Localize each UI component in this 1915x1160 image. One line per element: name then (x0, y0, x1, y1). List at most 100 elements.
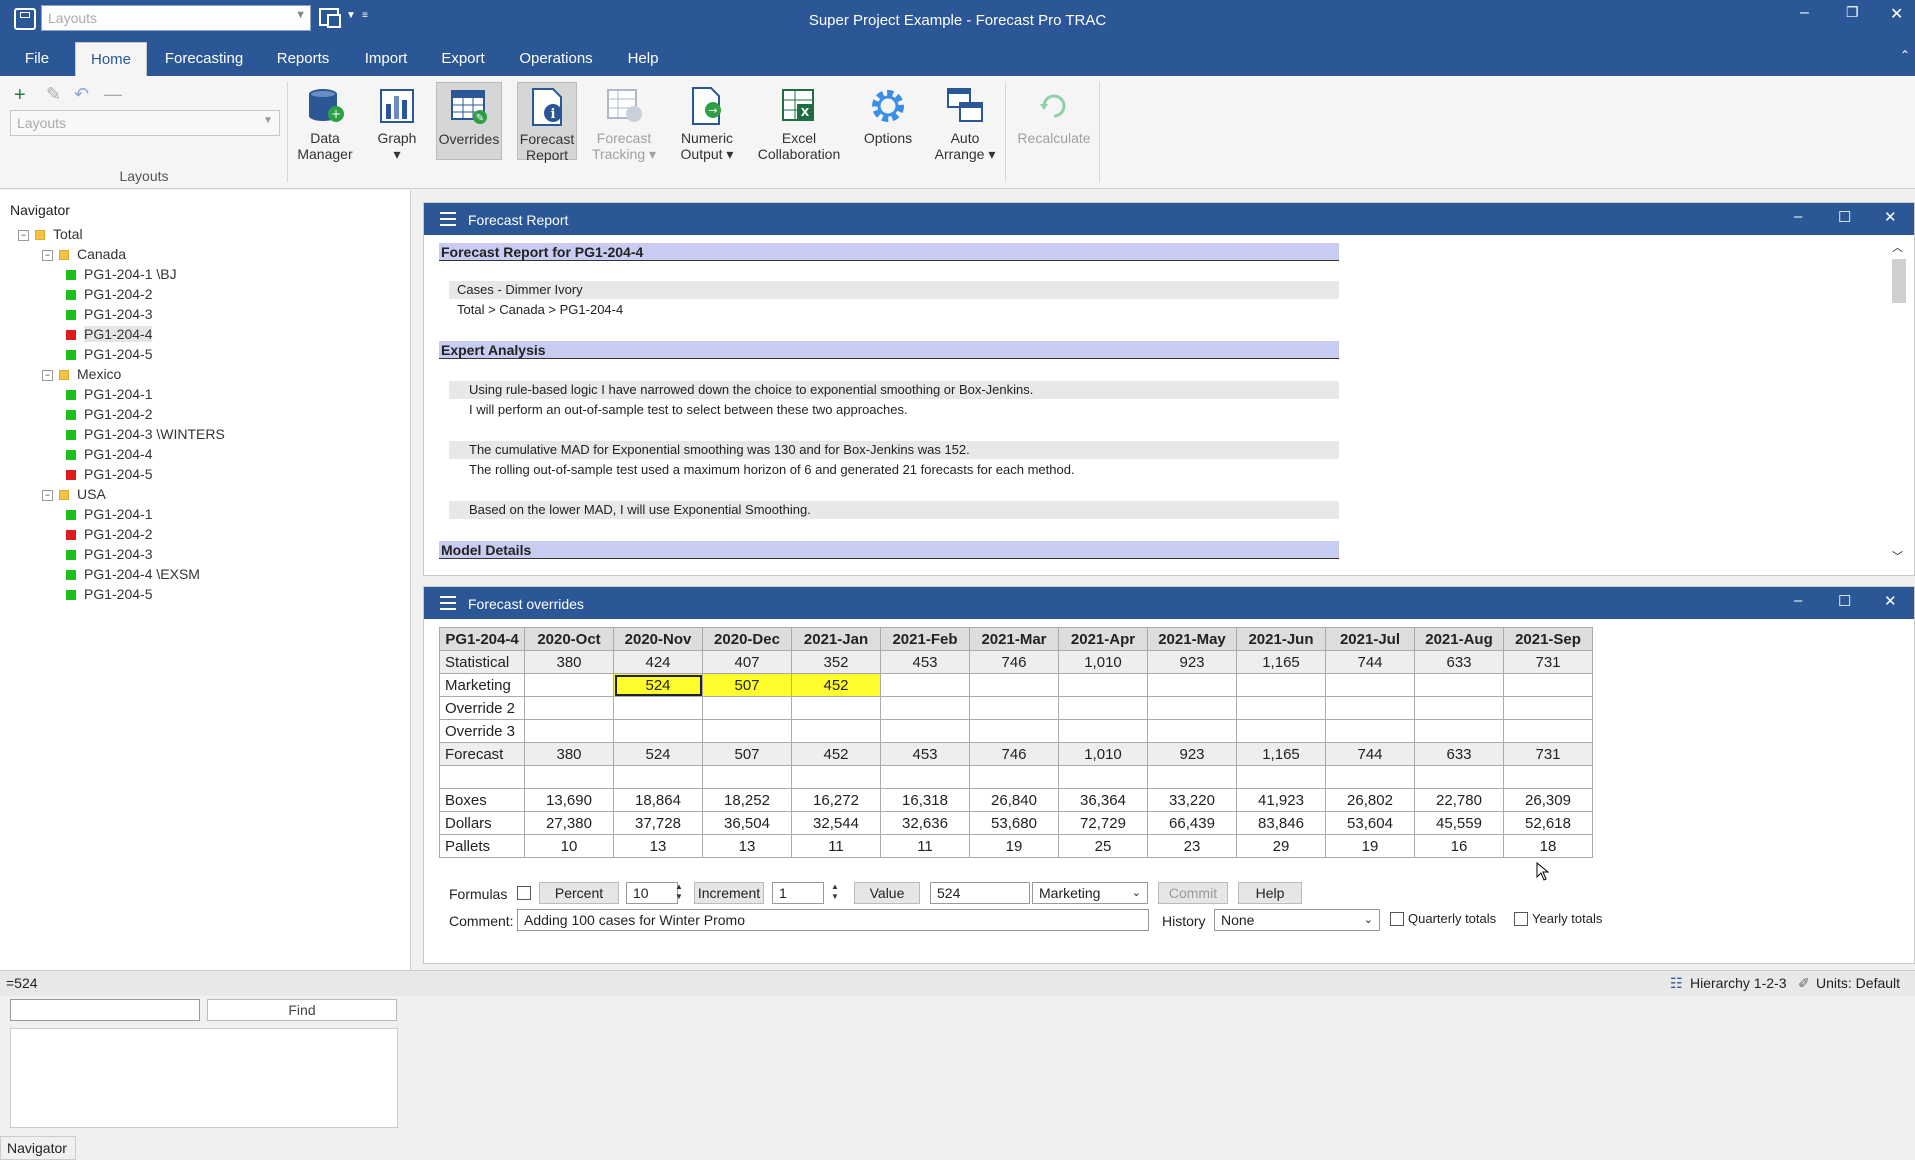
table-cell[interactable]: 72,729 (1058, 811, 1148, 835)
collapse-icon[interactable]: − (42, 489, 53, 501)
table-cell[interactable]: 16 (1414, 834, 1504, 858)
auto-arrange-button[interactable]: Auto Arrange ▾ (932, 82, 998, 162)
report-scrollbar[interactable]: ︿ ﹀ (1890, 239, 1906, 564)
data-manager-button[interactable]: + Data Manager (290, 82, 360, 162)
table-cell[interactable]: 452 (791, 742, 881, 766)
close-panel-icon[interactable]: ✕ (1884, 208, 1897, 226)
history-select[interactable]: None ⌄ (1214, 909, 1380, 931)
tree-item-node[interactable]: PG1-204-2 (66, 404, 152, 424)
tree-group-node[interactable]: − Canada (42, 244, 126, 264)
table-cell[interactable]: 53,604 (1325, 811, 1415, 835)
comment-input[interactable]: Adding 100 cases for Winter Promo (517, 909, 1149, 931)
edit-layout-icon[interactable]: ✎ (46, 84, 61, 105)
find-button[interactable]: Find (207, 999, 397, 1021)
table-cell[interactable] (1147, 719, 1237, 743)
table-cell[interactable] (524, 719, 614, 743)
options-button[interactable]: Options (856, 82, 920, 160)
minimize-panel-icon[interactable]: – (1794, 208, 1802, 225)
table-cell[interactable] (1325, 673, 1415, 697)
table-cell[interactable] (1414, 719, 1504, 743)
table-cell[interactable] (1236, 696, 1326, 720)
table-cell[interactable] (880, 696, 970, 720)
value-input[interactable]: 524 (930, 882, 1030, 904)
tab-file[interactable]: File (14, 42, 60, 76)
tree-item-node[interactable]: PG1-204-3 \WINTERS (66, 424, 225, 444)
maximize-panel-icon[interactable]: ☐ (1838, 208, 1851, 226)
table-cell[interactable]: 36,364 (1058, 788, 1148, 812)
table-cell[interactable] (1236, 765, 1326, 789)
table-cell[interactable]: 53,680 (969, 811, 1059, 835)
increment-button[interactable]: Increment (694, 882, 764, 904)
table-cell[interactable]: 19 (969, 834, 1059, 858)
table-cell[interactable]: 407 (702, 650, 792, 674)
scroll-thumb[interactable] (1892, 259, 1906, 303)
table-cell[interactable]: 1,165 (1236, 650, 1326, 674)
increment-stepper[interactable]: ▲ ▼ (828, 882, 842, 904)
table-cell[interactable]: 23 (1147, 834, 1237, 858)
units-indicator[interactable]: Units: Default (1816, 971, 1900, 995)
collapse-icon[interactable]: − (18, 229, 29, 241)
tree-item-node[interactable]: PG1-204-2 (66, 524, 152, 544)
table-cell[interactable]: 13 (702, 834, 792, 858)
minimize-panel-icon[interactable]: – (1794, 592, 1802, 609)
table-cell[interactable]: 33,220 (1147, 788, 1237, 812)
table-cell[interactable]: 633 (1414, 650, 1504, 674)
table-cell[interactable] (1325, 765, 1415, 789)
tab-export[interactable]: Export (435, 42, 491, 76)
table-cell[interactable] (1414, 673, 1504, 697)
navigator-tab[interactable]: Navigator (0, 1136, 76, 1160)
forecast-tracking-button[interactable]: Forecast Tracking ▾ (588, 82, 660, 162)
table-cell[interactable] (969, 765, 1059, 789)
table-cell[interactable]: 731 (1503, 742, 1593, 766)
table-cell[interactable]: 923 (1147, 742, 1237, 766)
increment-input[interactable]: 1 (772, 882, 824, 904)
row-select[interactable]: Marketing ⌄ (1032, 882, 1148, 904)
maximize-panel-icon[interactable]: ☐ (1838, 592, 1851, 610)
tab-help[interactable]: Help (622, 42, 664, 76)
recalculate-button[interactable]: Recalculate (1012, 82, 1096, 160)
table-cell[interactable] (1503, 696, 1593, 720)
table-cell[interactable] (1325, 719, 1415, 743)
table-cell[interactable]: 16,318 (880, 788, 970, 812)
table-cell[interactable] (791, 696, 881, 720)
table-cell[interactable]: 18,252 (702, 788, 792, 812)
table-cell[interactable]: 507 (702, 673, 792, 697)
close-window-icon[interactable]: ✕ (1890, 4, 1903, 24)
table-cell[interactable]: 36,504 (702, 811, 792, 835)
table-cell[interactable]: 32,544 (791, 811, 881, 835)
table-cell[interactable]: 923 (1147, 650, 1237, 674)
tree-item-node[interactable]: PG1-204-1 \BJ (66, 264, 177, 284)
formulas-checkbox[interactable] (517, 886, 531, 900)
table-cell[interactable]: 19 (1325, 834, 1415, 858)
table-cell[interactable]: 26,840 (969, 788, 1059, 812)
restore-window-icon[interactable]: ❐ (1846, 4, 1859, 21)
table-cell[interactable] (1058, 696, 1148, 720)
table-cell[interactable]: 41,923 (1236, 788, 1326, 812)
table-cell[interactable]: 380 (524, 742, 614, 766)
table-cell[interactable] (1236, 719, 1326, 743)
table-cell[interactable] (1503, 765, 1593, 789)
menu-icon[interactable] (440, 212, 456, 226)
table-cell[interactable] (1236, 673, 1326, 697)
table-cell[interactable]: 26,309 (1503, 788, 1593, 812)
tab-forecasting[interactable]: Forecasting (159, 42, 249, 76)
table-cell[interactable]: 45,559 (1414, 811, 1504, 835)
table-cell[interactable]: 83,846 (1236, 811, 1326, 835)
find-input[interactable] (10, 999, 200, 1021)
forecast-report-button[interactable]: i Forecast Report (517, 82, 577, 163)
overrides-button[interactable]: ✎ Overrides (436, 82, 502, 160)
table-cell[interactable]: 22,780 (1414, 788, 1504, 812)
table-cell[interactable]: 10 (524, 834, 614, 858)
table-cell[interactable]: 524 (613, 673, 703, 697)
tree-group-node[interactable]: − Mexico (42, 364, 121, 384)
table-cell[interactable] (1147, 696, 1237, 720)
table-cell[interactable]: 452 (791, 673, 881, 697)
table-cell[interactable] (613, 719, 703, 743)
table-cell[interactable]: 26,802 (1325, 788, 1415, 812)
collapse-ribbon-icon[interactable]: ⌃ (1900, 48, 1910, 62)
table-cell[interactable] (791, 765, 881, 789)
table-cell[interactable]: 1,165 (1236, 742, 1326, 766)
tree-item-node[interactable]: PG1-204-3 (66, 544, 152, 564)
tree-item-node[interactable]: PG1-204-3 (66, 304, 152, 324)
table-cell[interactable] (1414, 765, 1504, 789)
